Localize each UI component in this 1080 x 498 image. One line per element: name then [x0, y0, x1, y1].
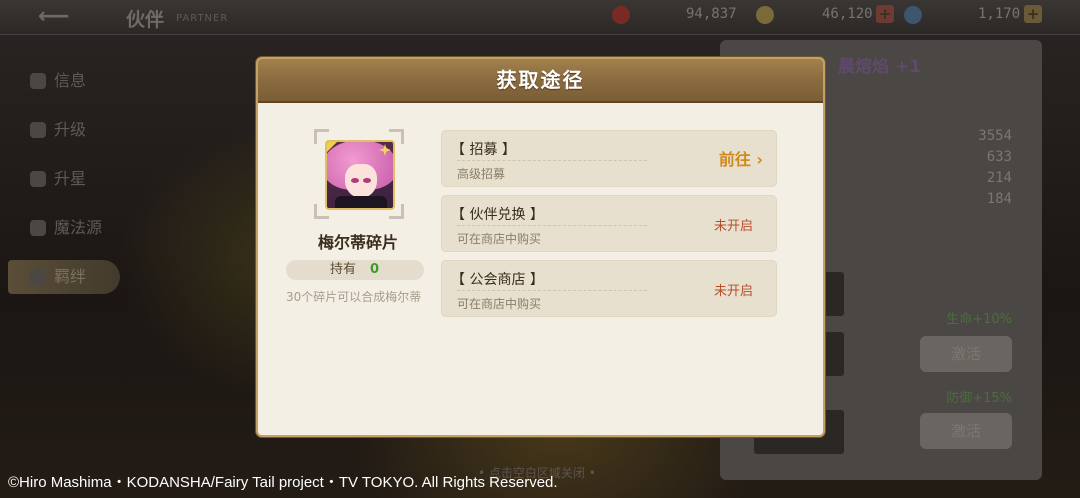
- magic-icon: [30, 220, 46, 236]
- stat-value: 184: [986, 191, 1012, 207]
- bonus-text: 生命+10%: [946, 312, 1012, 327]
- sidebar-item-magic-source[interactable]: 魔法源: [8, 211, 120, 245]
- stat-value: 3554: [978, 128, 1012, 144]
- activate-button[interactable]: 激活: [920, 336, 1012, 372]
- stat-value: 633: [986, 149, 1012, 165]
- source-row-guild-shop[interactable]: 【 公会商店 】 可在商店中购买 未开启: [441, 260, 777, 317]
- back-arrow-icon[interactable]: ⟵: [38, 6, 78, 28]
- resource-gem-value: 46,120: [822, 6, 873, 22]
- top-bar: ⟵ 伙伴 PARTNER 94,837 46,120 + 1,170 +: [0, 0, 1080, 35]
- sidebar-item-label: 信息: [54, 71, 87, 90]
- item-description: 30个碎片可以合成梅尔蒂: [286, 290, 422, 304]
- sidebar-item-bond[interactable]: 羁绊: [8, 260, 120, 294]
- info-icon: [30, 73, 46, 89]
- bonus-text: 防御+15%: [946, 391, 1012, 406]
- goto-button[interactable]: 前往 ›: [719, 146, 763, 170]
- item-frame: [314, 129, 404, 219]
- sidebar-item-label: 羁绊: [54, 267, 87, 286]
- star-icon: [30, 171, 46, 187]
- item-name: 梅尔蒂碎片: [317, 233, 398, 252]
- activate-button[interactable]: 激活: [920, 413, 1012, 449]
- page-title: 伙伴: [126, 9, 165, 31]
- owned-label: 持有: [330, 262, 357, 277]
- dialog-title: 获取途径: [496, 68, 585, 92]
- resource-gold-value: 94,837: [686, 6, 737, 22]
- sidebar-item-label: 升星: [54, 169, 87, 188]
- locked-status: 未开启: [713, 219, 753, 234]
- sidebar-item-label: 升级: [54, 120, 87, 139]
- source-title: 【 公会商店 】: [451, 272, 544, 288]
- sidebar-item-starup[interactable]: 升星: [8, 162, 120, 196]
- source-title: 【 招募 】: [451, 142, 516, 158]
- source-subtitle: 高级招募: [457, 167, 506, 181]
- sidebar-item-label: 魔法源: [54, 218, 103, 237]
- stat-value: 214: [986, 170, 1012, 186]
- source-title: 【 伙伴兑换 】: [451, 207, 544, 223]
- locked-status: 未开启: [713, 284, 753, 299]
- gold-coin-icon: [756, 6, 774, 24]
- bond-title: 晨熔焰 +1: [838, 57, 921, 77]
- source-subtitle: 可在商店中购买: [457, 297, 542, 311]
- owned-count: 0: [370, 262, 380, 277]
- dialog-body: 梅尔蒂碎片 持有 0 30个碎片可以合成梅尔蒂 【 招募 】 高级招募 前往 ›…: [258, 103, 823, 435]
- blue-gem-icon: [904, 6, 922, 24]
- heart-icon: [30, 269, 46, 285]
- sidebar-item-info[interactable]: 信息: [8, 64, 120, 98]
- source-subtitle: 可在商店中购买: [457, 232, 542, 246]
- page-subtitle: PARTNER: [176, 13, 229, 24]
- owned-count-bar: 持有 0: [286, 260, 424, 280]
- character-portrait: [325, 140, 395, 210]
- source-row-partner-exchange[interactable]: 【 伙伴兑换 】 可在商店中购买 未开启: [441, 195, 777, 252]
- source-row-recruit[interactable]: 【 招募 】 高级招募 前往 ›: [441, 130, 777, 187]
- levelup-icon: [30, 122, 46, 138]
- sidebar-item-levelup[interactable]: 升级: [8, 113, 120, 147]
- obtain-source-dialog: 获取途径 梅尔蒂碎片 持有 0 30个碎片可以合成梅尔蒂 【 招募 】 高级招募…: [256, 57, 825, 437]
- add-diamond-button[interactable]: +: [1024, 5, 1042, 23]
- stamina-icon: [612, 6, 630, 24]
- copyright-notice: ©Hiro Mashima・KODANSHA/Fairy Tail projec…: [8, 474, 558, 491]
- resource-diamond-value: 1,170: [978, 6, 1021, 22]
- add-gem-button[interactable]: +: [876, 5, 894, 23]
